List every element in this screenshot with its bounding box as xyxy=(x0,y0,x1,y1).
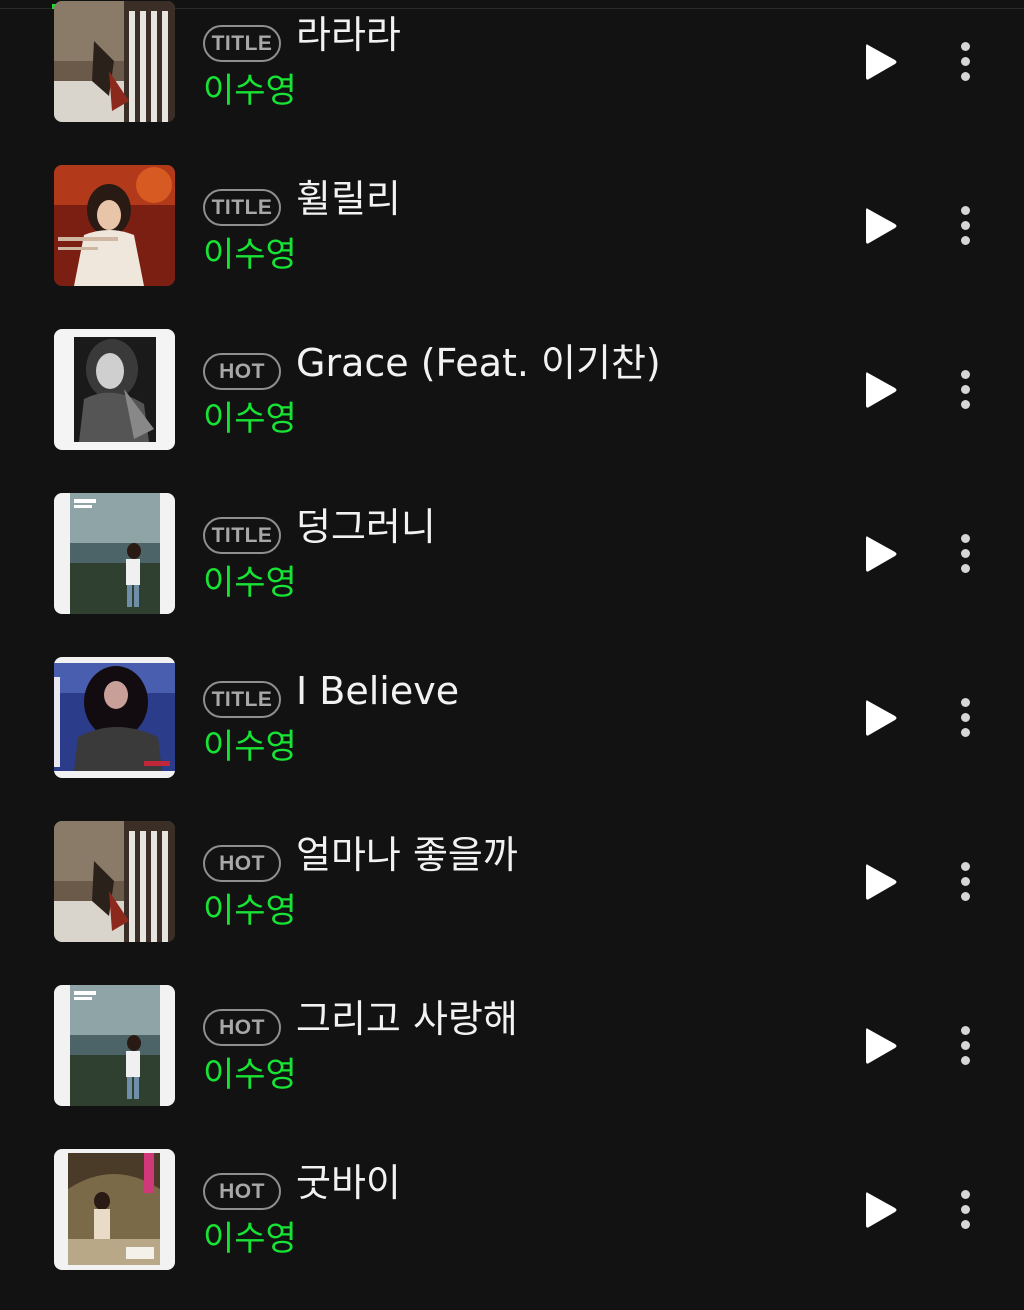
play-button[interactable] xyxy=(858,203,904,249)
album-cover xyxy=(54,1,175,122)
track-row[interactable]: HOT Grace (Feat. 이기찬) 이수영 xyxy=(0,329,1024,453)
track-artist[interactable]: 이수영 xyxy=(203,397,297,441)
more-options-button[interactable] xyxy=(948,1021,982,1071)
track-artist[interactable]: 이수영 xyxy=(203,1217,297,1261)
play-icon xyxy=(866,372,897,408)
track-title[interactable]: Grace (Feat. 이기찬) xyxy=(296,339,661,387)
play-icon xyxy=(866,208,897,244)
track-row[interactable]: TITLE 라라라 이수영 xyxy=(0,1,1024,125)
title-track-badge: TITLE xyxy=(203,517,281,554)
track-artist[interactable]: 이수영 xyxy=(203,725,297,769)
title-track-badge: TITLE xyxy=(203,189,281,226)
play-button[interactable] xyxy=(858,859,904,905)
album-cover xyxy=(54,329,175,450)
hot-badge: HOT xyxy=(203,1009,281,1046)
title-track-badge: TITLE xyxy=(203,25,281,62)
more-vertical-icon xyxy=(961,862,970,871)
hot-badge: HOT xyxy=(203,353,281,390)
more-vertical-icon xyxy=(961,1190,970,1199)
more-options-button[interactable] xyxy=(948,529,982,579)
play-icon xyxy=(866,1192,897,1228)
more-options-button[interactable] xyxy=(948,1185,982,1235)
play-button[interactable] xyxy=(858,367,904,413)
more-vertical-icon xyxy=(961,698,970,707)
track-row[interactable]: TITLE 덩그러니 이수영 xyxy=(0,493,1024,617)
track-row[interactable]: TITLE I Believe 이수영 xyxy=(0,657,1024,781)
album-cover xyxy=(54,821,175,942)
play-button[interactable] xyxy=(858,1187,904,1233)
more-vertical-icon xyxy=(961,534,970,543)
more-options-button[interactable] xyxy=(948,857,982,907)
more-options-button[interactable] xyxy=(948,365,982,415)
track-artist[interactable]: 이수영 xyxy=(203,1053,297,1097)
more-options-button[interactable] xyxy=(948,693,982,743)
album-cover xyxy=(54,657,175,778)
play-icon xyxy=(866,700,897,736)
track-title[interactable]: 라라라 xyxy=(296,11,401,59)
track-artist[interactable]: 이수영 xyxy=(203,233,297,277)
track-artist[interactable]: 이수영 xyxy=(203,69,297,113)
album-cover xyxy=(54,493,175,614)
play-button[interactable] xyxy=(858,531,904,577)
play-button[interactable] xyxy=(858,1023,904,1069)
track-artist[interactable]: 이수영 xyxy=(203,561,297,605)
track-title[interactable]: 그리고 사랑해 xyxy=(296,995,518,1043)
play-button[interactable] xyxy=(858,39,904,85)
track-title[interactable]: I Believe xyxy=(296,667,459,715)
more-vertical-icon xyxy=(961,42,970,51)
track-row[interactable]: TITLE 휠릴리 이수영 xyxy=(0,165,1024,289)
more-vertical-icon xyxy=(961,206,970,215)
track-artist[interactable]: 이수영 xyxy=(203,889,297,933)
track-title[interactable]: 덩그러니 xyxy=(296,503,436,551)
hot-badge: HOT xyxy=(203,1173,281,1210)
album-cover xyxy=(54,985,175,1106)
play-icon xyxy=(866,44,897,80)
title-track-badge: TITLE xyxy=(203,681,281,718)
track-row[interactable]: HOT 얼마나 좋을까 이수영 xyxy=(0,821,1024,945)
play-icon xyxy=(866,1028,897,1064)
album-cover xyxy=(54,1149,175,1270)
track-title[interactable]: 휠릴리 xyxy=(296,175,401,223)
track-row[interactable]: HOT 굿바이 이수영 xyxy=(0,1149,1024,1273)
play-icon xyxy=(866,864,897,900)
play-button[interactable] xyxy=(858,695,904,741)
play-icon xyxy=(866,536,897,572)
more-options-button[interactable] xyxy=(948,201,982,251)
hot-badge: HOT xyxy=(203,845,281,882)
track-title[interactable]: 얼마나 좋을까 xyxy=(296,831,518,879)
more-options-button[interactable] xyxy=(948,37,982,87)
track-title[interactable]: 굿바이 xyxy=(296,1159,401,1207)
album-cover xyxy=(54,165,175,286)
more-vertical-icon xyxy=(961,370,970,379)
more-vertical-icon xyxy=(961,1026,970,1035)
track-row[interactable]: HOT 그리고 사랑해 이수영 xyxy=(0,985,1024,1109)
